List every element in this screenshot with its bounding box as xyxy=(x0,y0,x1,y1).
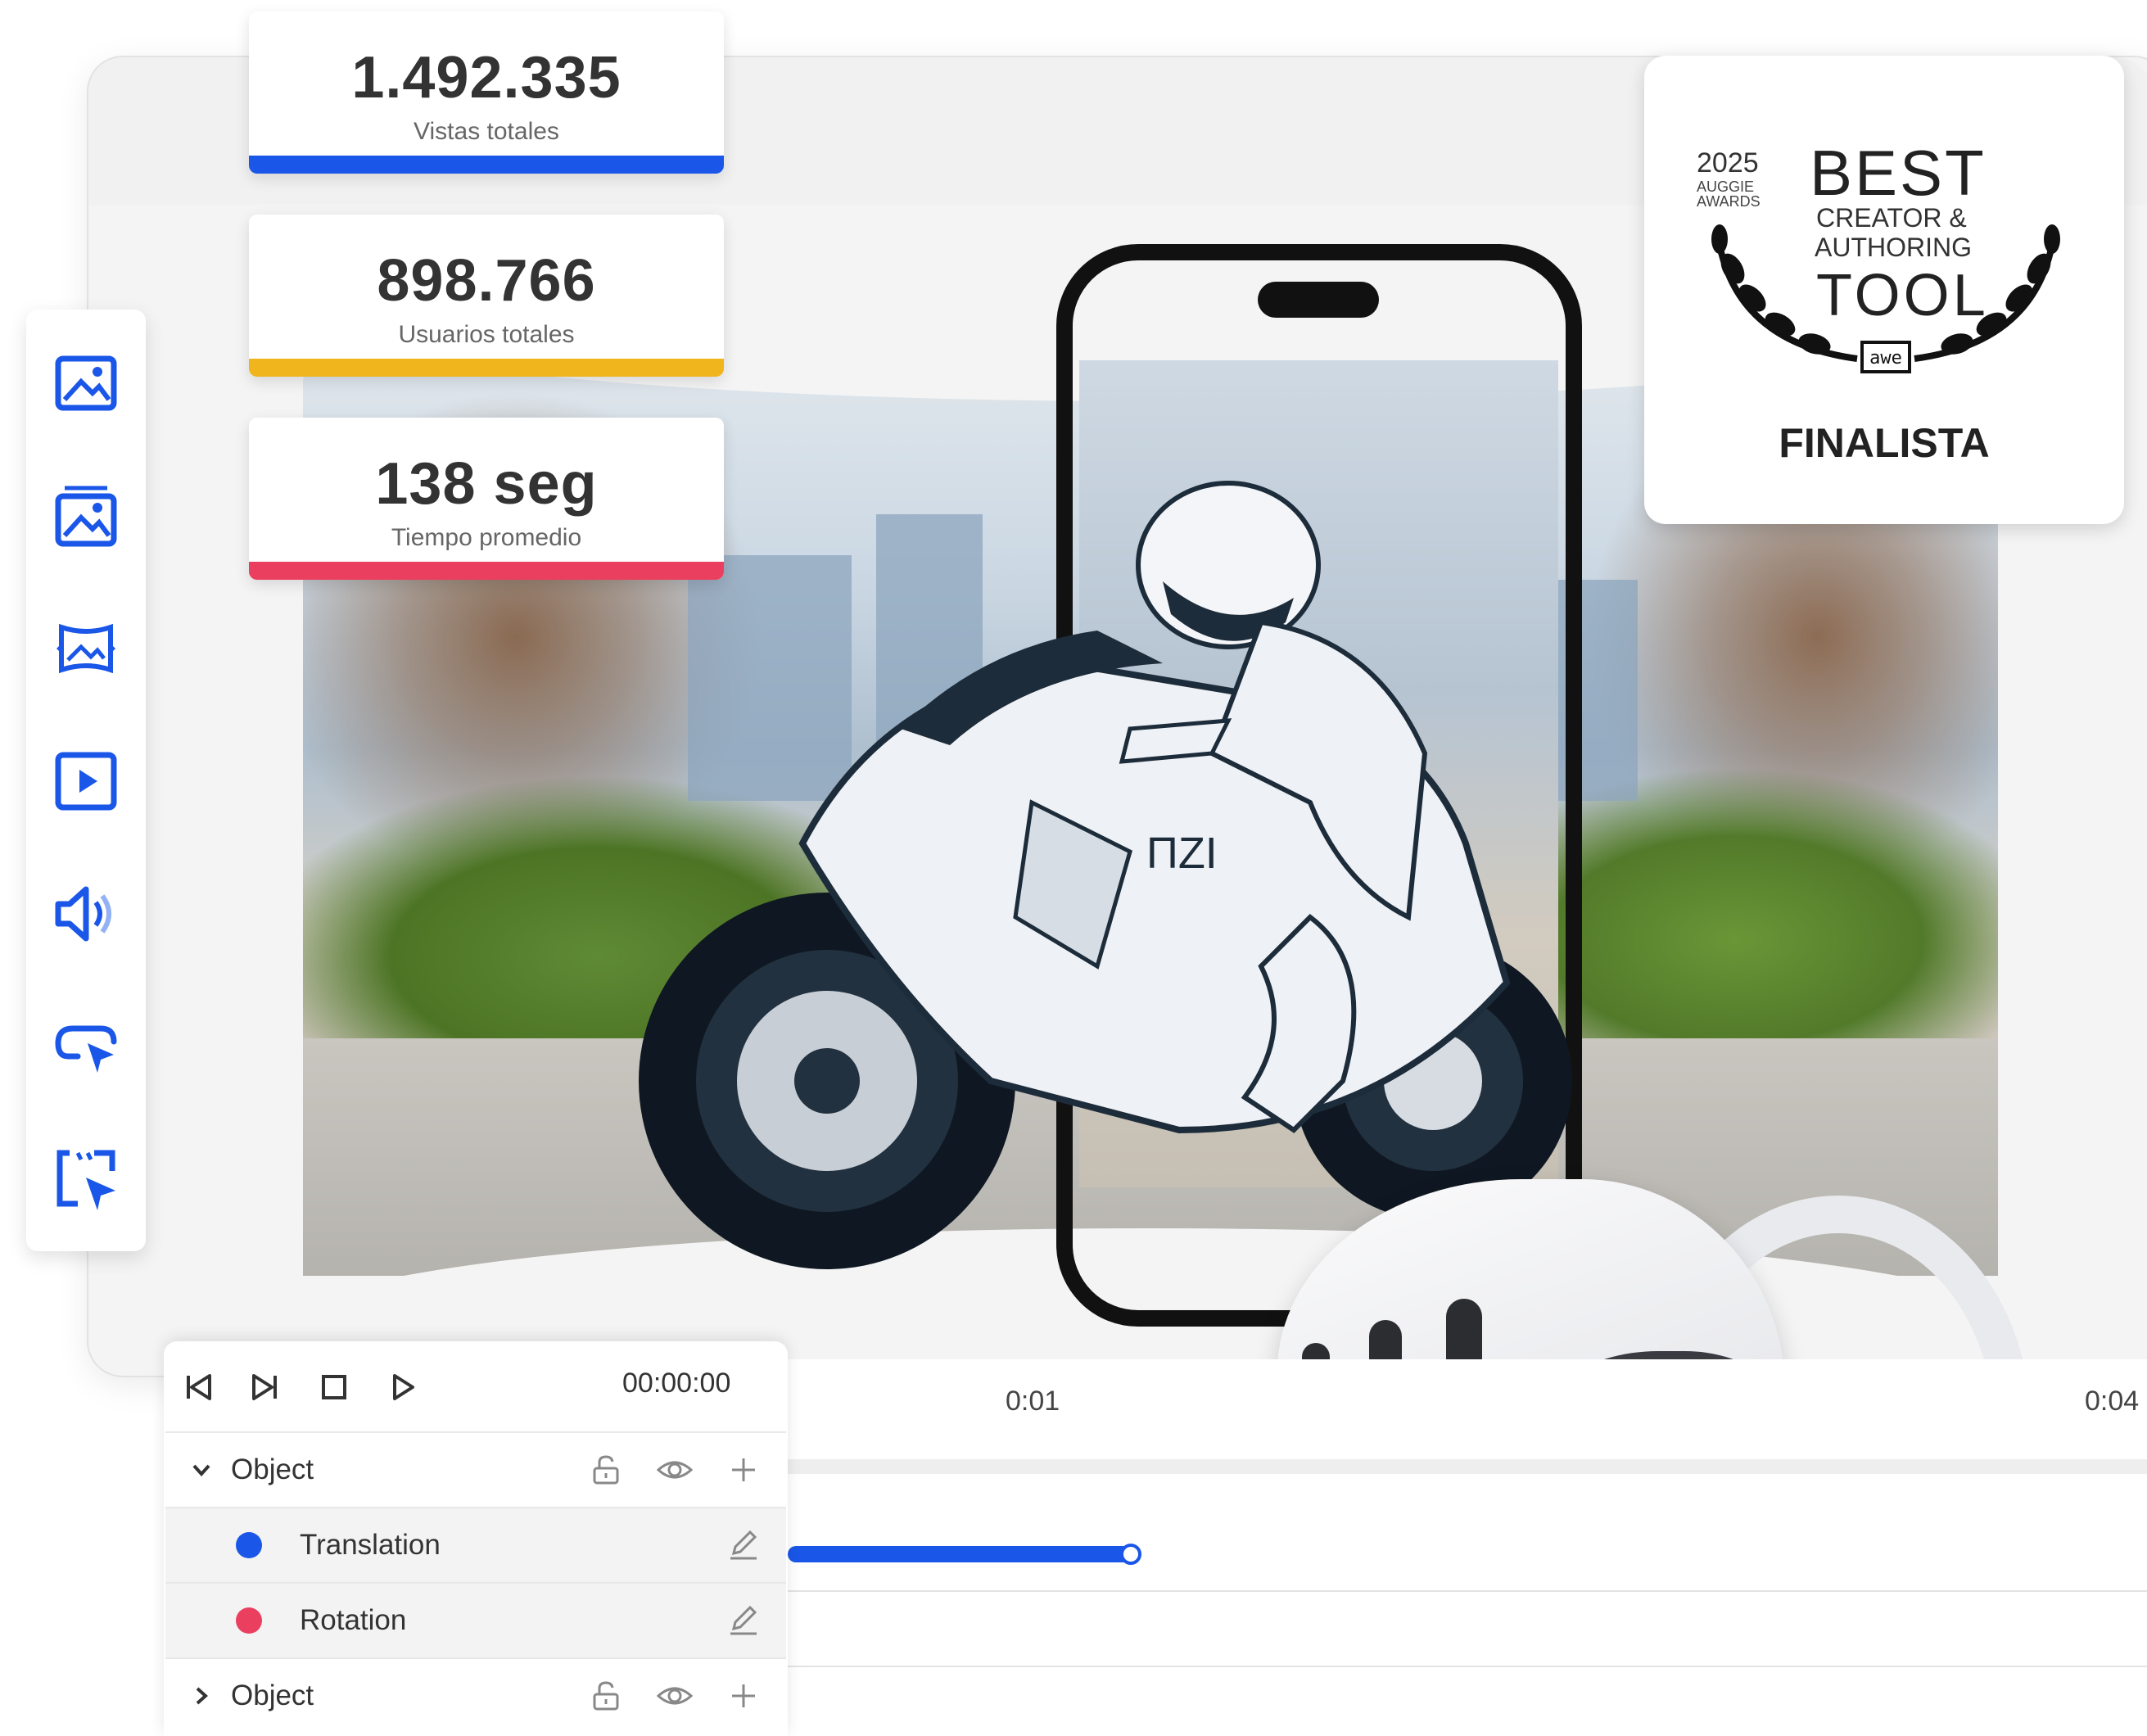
eye-icon[interactable] xyxy=(655,1676,694,1716)
translation-color-dot xyxy=(236,1532,262,1558)
tool-rail xyxy=(26,310,146,1251)
add-icon[interactable] xyxy=(724,1450,763,1490)
track-label: Rotation xyxy=(300,1604,407,1636)
track-row-rotation[interactable]: Rotation xyxy=(165,1582,786,1657)
stat-value: 898.766 xyxy=(377,248,596,314)
stat-card-avg-time: 138 seg Tiempo promedio xyxy=(249,418,724,580)
unlock-icon[interactable] xyxy=(586,1450,626,1490)
chevron-down-icon[interactable] xyxy=(182,1450,221,1490)
video-icon[interactable] xyxy=(53,748,119,814)
panorama-icon[interactable] xyxy=(53,616,119,681)
timeline-track[interactable] xyxy=(788,1459,2147,1474)
award-logo-text: awe xyxy=(1869,348,1902,368)
skip-to-start-icon[interactable] xyxy=(177,1366,219,1408)
stat-label: Vistas totales xyxy=(414,118,559,145)
track-row-object[interactable]: Object xyxy=(165,1657,786,1733)
stat-color-bar xyxy=(249,156,724,174)
timeline-track[interactable] xyxy=(788,1666,2147,1667)
track-label: Object xyxy=(231,1453,314,1485)
stat-label: Usuarios totales xyxy=(398,321,575,348)
edit-icon[interactable] xyxy=(724,1526,763,1565)
edit-icon[interactable] xyxy=(724,1601,763,1640)
award-year: 2025 xyxy=(1697,147,1759,179)
ruler-label: 0:01 xyxy=(1006,1386,1060,1417)
stat-label: Tiempo promedio xyxy=(391,524,582,551)
area-select-icon[interactable] xyxy=(53,1146,119,1212)
stat-value: 1.492.335 xyxy=(351,45,622,111)
unlock-icon[interactable] xyxy=(586,1676,626,1716)
add-icon[interactable] xyxy=(724,1676,763,1716)
hotspot-icon[interactable] xyxy=(53,1014,119,1079)
audio-icon[interactable] xyxy=(53,881,119,947)
chevron-right-icon[interactable] xyxy=(182,1676,221,1716)
stop-icon[interactable] xyxy=(313,1366,355,1408)
translation-keyframe-bar[interactable] xyxy=(788,1546,1132,1562)
image-stack-icon[interactable] xyxy=(53,483,119,549)
image-icon[interactable] xyxy=(53,350,119,416)
svg-text:ПZI: ПZI xyxy=(1146,829,1218,878)
stat-value: 138 seg xyxy=(375,451,598,517)
award-status: FINALISTA xyxy=(1779,420,1990,466)
track-label: Object xyxy=(231,1679,314,1711)
ruler-label: 0:04 xyxy=(2085,1386,2140,1417)
keyframe-handle[interactable] xyxy=(1120,1544,1141,1565)
step-forward-icon[interactable] xyxy=(244,1366,287,1408)
stat-color-bar xyxy=(249,562,724,580)
stat-color-bar xyxy=(249,359,724,377)
timecode: 00:00:00 xyxy=(622,1368,731,1399)
stat-card-views: 1.492.335 Vistas totales xyxy=(249,11,724,174)
play-icon[interactable] xyxy=(382,1366,424,1408)
laurel-wreath-icon: awe xyxy=(1711,224,2060,373)
timeline-track[interactable] xyxy=(788,1590,2147,1592)
phone-notch xyxy=(1258,282,1379,318)
award-badge: 2025 AUGGIE AWARDS BEST CREATOR & AUTHOR… xyxy=(1644,56,2124,524)
rotation-color-dot xyxy=(236,1607,262,1634)
eye-icon[interactable] xyxy=(655,1450,694,1490)
motorcycle-rider-illustration: ПZI xyxy=(639,481,1572,1269)
track-label: Translation xyxy=(300,1529,441,1561)
track-row-object[interactable]: Object xyxy=(165,1431,786,1507)
award-program-line2: AWARDS xyxy=(1697,193,1761,210)
stat-card-users: 898.766 Usuarios totales xyxy=(249,215,724,377)
track-row-translation[interactable]: Translation xyxy=(165,1507,786,1582)
award-best: BEST xyxy=(1810,137,1987,209)
